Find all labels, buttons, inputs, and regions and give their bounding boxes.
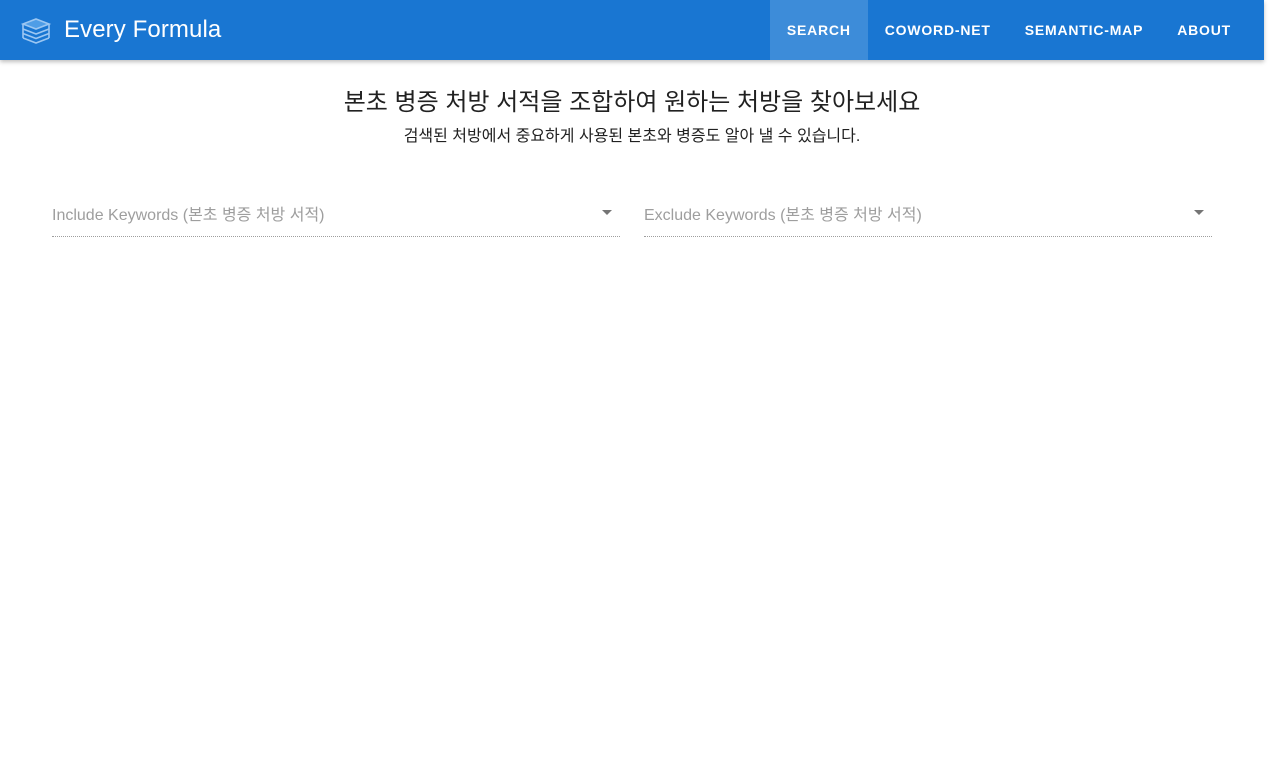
exclude-keywords-placeholder: Exclude Keywords (본초 병증 처방 서적) [644, 206, 922, 224]
nav-coword-net[interactable]: COWORD-NET [868, 0, 1008, 60]
nav-semantic-map[interactable]: SEMANTIC-MAP [1008, 0, 1160, 60]
dropdown-caret-icon[interactable] [602, 210, 612, 215]
main-content: 본초 병증 처방 서적을 조합하여 원하는 처방을 찾아보세요 검색된 처방에서… [0, 60, 1264, 237]
exclude-keywords-select[interactable]: Exclude Keywords (본초 병증 처방 서적) [644, 193, 1212, 237]
layers-icon [20, 16, 52, 44]
include-keywords-select[interactable]: Include Keywords (본초 병증 처방 서적) [52, 193, 620, 237]
page-headline: 본초 병증 처방 서적을 조합하여 원하는 처방을 찾아보세요 [343, 89, 921, 116]
keyword-fields: Include Keywords (본초 병증 처방 서적) Exclude K… [0, 193, 1264, 237]
nav-search[interactable]: SEARCH [769, 0, 868, 60]
brand[interactable]: Every Formula [0, 0, 221, 60]
dropdown-caret-icon[interactable] [1194, 210, 1204, 215]
nav-about[interactable]: ABOUT [1160, 0, 1248, 60]
page-subtitle: 검색된 처방에서 중요하게 사용된 본초와 병증도 알아 낼 수 있습니다. [403, 128, 861, 145]
app-toolbar: Every Formula SEARCH COWORD-NET SEMANTIC… [0, 0, 1264, 60]
app-title: Every Formula [64, 16, 222, 43]
main-nav: SEARCH COWORD-NET SEMANTIC-MAP ABOUT [769, 0, 1248, 60]
include-keywords-placeholder: Include Keywords (본초 병증 처방 서적) [52, 206, 325, 224]
